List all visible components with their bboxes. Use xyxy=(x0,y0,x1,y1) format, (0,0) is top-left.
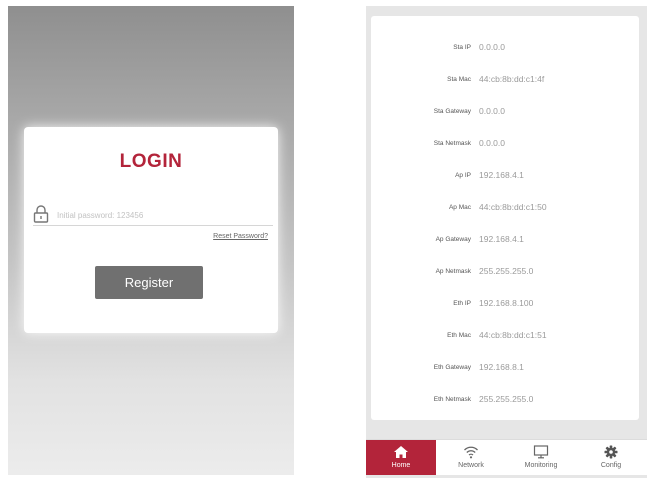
nav-item-config[interactable]: Config xyxy=(576,440,646,475)
info-row-ap-netmask: Ap Netmask 255.255.255.0 xyxy=(371,266,639,280)
login-title: LOGIN xyxy=(119,151,183,172)
info-row-eth-ip: Eth IP 192.168.8.100 xyxy=(371,298,639,312)
info-label: Ap Gateway xyxy=(435,236,471,243)
info-label: Sta IP xyxy=(453,44,471,51)
info-value: 192.168.8.100 xyxy=(479,298,534,308)
nav-label: Network xyxy=(458,462,484,469)
info-label: Ap IP xyxy=(455,172,471,179)
info-row-eth-gateway: Eth Gateway 192.168.8.1 xyxy=(371,362,639,376)
info-row-ap-gateway: Ap Gateway 192.168.4.1 xyxy=(371,234,639,248)
home-icon xyxy=(393,445,409,459)
info-label: Eth Netmask xyxy=(433,396,471,403)
bottom-nav: Home Network Monitoring Config xyxy=(366,439,647,475)
info-row-ap-mac: Ap Mac 44:cb:8b:dd:c1:50 xyxy=(371,202,639,216)
monitor-icon xyxy=(533,445,549,459)
info-label: Sta Mac xyxy=(447,76,471,83)
info-value: 255.255.255.0 xyxy=(479,266,534,276)
nav-item-home[interactable]: Home xyxy=(366,440,436,475)
info-value: 44:cb:8b:dd:c1:50 xyxy=(479,202,547,212)
info-value: 192.168.4.1 xyxy=(479,170,524,180)
login-card: LOGIN Reset Password? Register xyxy=(24,127,278,333)
password-row xyxy=(33,205,273,226)
info-row-ap-ip: Ap IP 192.168.4.1 xyxy=(371,170,639,184)
gear-icon xyxy=(603,445,619,459)
info-row-eth-mac: Eth Mac 44:cb:8b:dd:c1:51 xyxy=(371,330,639,344)
reset-password-link[interactable]: Reset Password? xyxy=(213,233,268,240)
info-value: 192.168.4.1 xyxy=(479,234,524,244)
info-row-sta-netmask: Sta Netmask 0.0.0.0 xyxy=(371,138,639,152)
info-row-eth-netmask: Eth Netmask 255.255.255.0 xyxy=(371,394,639,408)
password-input[interactable] xyxy=(57,207,267,223)
info-label: Sta Netmask xyxy=(433,140,471,147)
nav-item-network[interactable]: Network xyxy=(436,440,506,475)
info-value: 255.255.255.0 xyxy=(479,394,534,404)
login-screen: LOGIN Reset Password? Register xyxy=(8,6,294,475)
network-info-screen: Sta IP 0.0.0.0 Sta Mac 44:cb:8b:dd:c1:4f… xyxy=(366,6,647,478)
info-value: 0.0.0.0 xyxy=(479,42,505,52)
info-label: Eth IP xyxy=(453,300,471,307)
info-value: 192.168.8.1 xyxy=(479,362,524,372)
info-row-sta-mac: Sta Mac 44:cb:8b:dd:c1:4f xyxy=(371,74,639,88)
register-button[interactable]: Register xyxy=(95,266,203,299)
wifi-icon xyxy=(463,445,479,459)
nav-label: Home xyxy=(391,462,411,469)
info-value: 0.0.0.0 xyxy=(479,138,505,148)
network-info-card: Sta IP 0.0.0.0 Sta Mac 44:cb:8b:dd:c1:4f… xyxy=(371,16,639,420)
info-label: Eth Mac xyxy=(447,332,471,339)
info-value: 44:cb:8b:dd:c1:51 xyxy=(479,330,547,340)
info-value: 44:cb:8b:dd:c1:4f xyxy=(479,74,545,84)
info-value: 0.0.0.0 xyxy=(479,106,505,116)
info-label: Sta Gateway xyxy=(433,108,471,115)
nav-item-monitoring[interactable]: Monitoring xyxy=(506,440,576,475)
page: LOGIN Reset Password? Register Sta IP 0. xyxy=(0,0,651,481)
info-row-sta-gateway: Sta Gateway 0.0.0.0 xyxy=(371,106,639,120)
nav-label: Monitoring xyxy=(524,462,558,469)
info-label: Eth Gateway xyxy=(433,364,471,371)
info-row-sta-ip: Sta IP 0.0.0.0 xyxy=(371,42,639,56)
nav-label: Config xyxy=(600,462,622,469)
info-label: Ap Mac xyxy=(448,204,471,211)
lock-icon xyxy=(33,205,49,223)
info-label: Ap Netmask xyxy=(435,268,471,275)
